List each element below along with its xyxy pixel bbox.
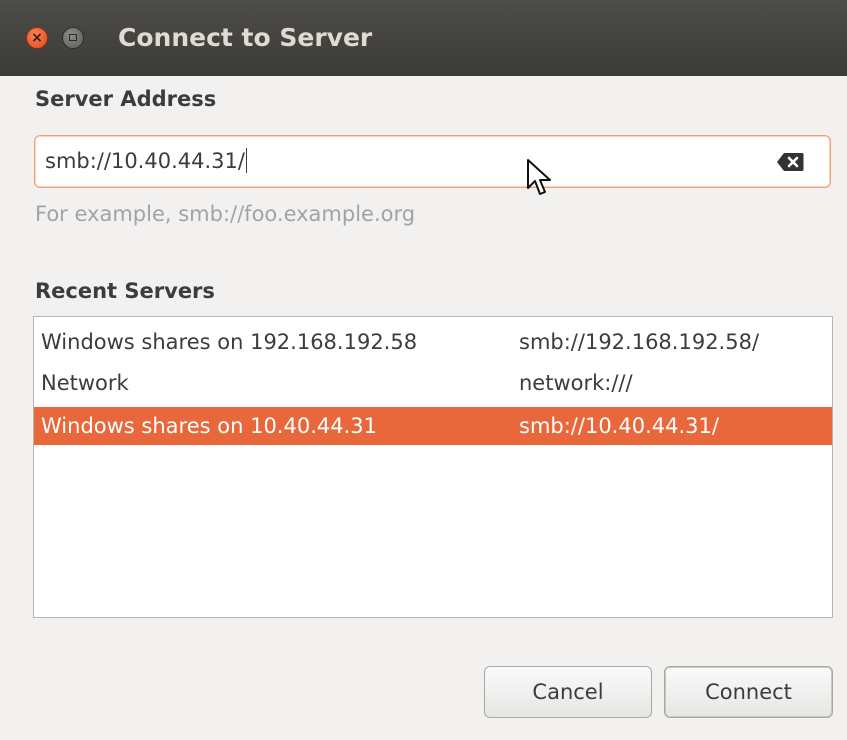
recent-server-row[interactable]: Network network:/// bbox=[34, 364, 832, 402]
recent-server-uri: smb://192.168.192.58/ bbox=[519, 330, 760, 354]
recent-servers-list[interactable]: Windows shares on 192.168.192.58 smb://1… bbox=[33, 316, 833, 618]
window-title: Connect to Server bbox=[118, 23, 373, 52]
recent-servers-label: Recent Servers bbox=[35, 279, 215, 303]
server-address-input[interactable]: smb://10.40.44.31/ bbox=[34, 135, 831, 188]
close-icon: × bbox=[31, 30, 43, 46]
clear-text-icon[interactable] bbox=[776, 152, 804, 172]
recent-server-name: Network bbox=[41, 371, 129, 395]
maximize-icon bbox=[69, 34, 77, 41]
recent-server-name: Windows shares on 10.40.44.31 bbox=[41, 414, 377, 438]
title-bar: × Connect to Server bbox=[0, 0, 847, 76]
server-address-label: Server Address bbox=[35, 87, 217, 111]
close-window-button[interactable]: × bbox=[26, 27, 48, 49]
text-caret bbox=[245, 148, 247, 173]
server-address-value[interactable]: smb://10.40.44.31/ bbox=[45, 147, 247, 175]
mouse-pointer-icon bbox=[527, 159, 551, 195]
recent-server-row[interactable]: Windows shares on 192.168.192.58 smb://1… bbox=[34, 323, 832, 361]
recent-server-name: Windows shares on 192.168.192.58 bbox=[41, 330, 418, 354]
connect-button[interactable]: Connect bbox=[664, 666, 833, 718]
cancel-button[interactable]: Cancel bbox=[484, 666, 652, 718]
recent-server-uri: network:/// bbox=[519, 371, 633, 395]
server-address-hint: For example, smb://foo.example.org bbox=[35, 202, 416, 226]
recent-server-uri: smb://10.40.44.31/ bbox=[519, 414, 719, 438]
maximize-window-button[interactable] bbox=[62, 27, 84, 49]
recent-server-row-selected[interactable]: Windows shares on 10.40.44.31 smb://10.4… bbox=[34, 407, 832, 445]
